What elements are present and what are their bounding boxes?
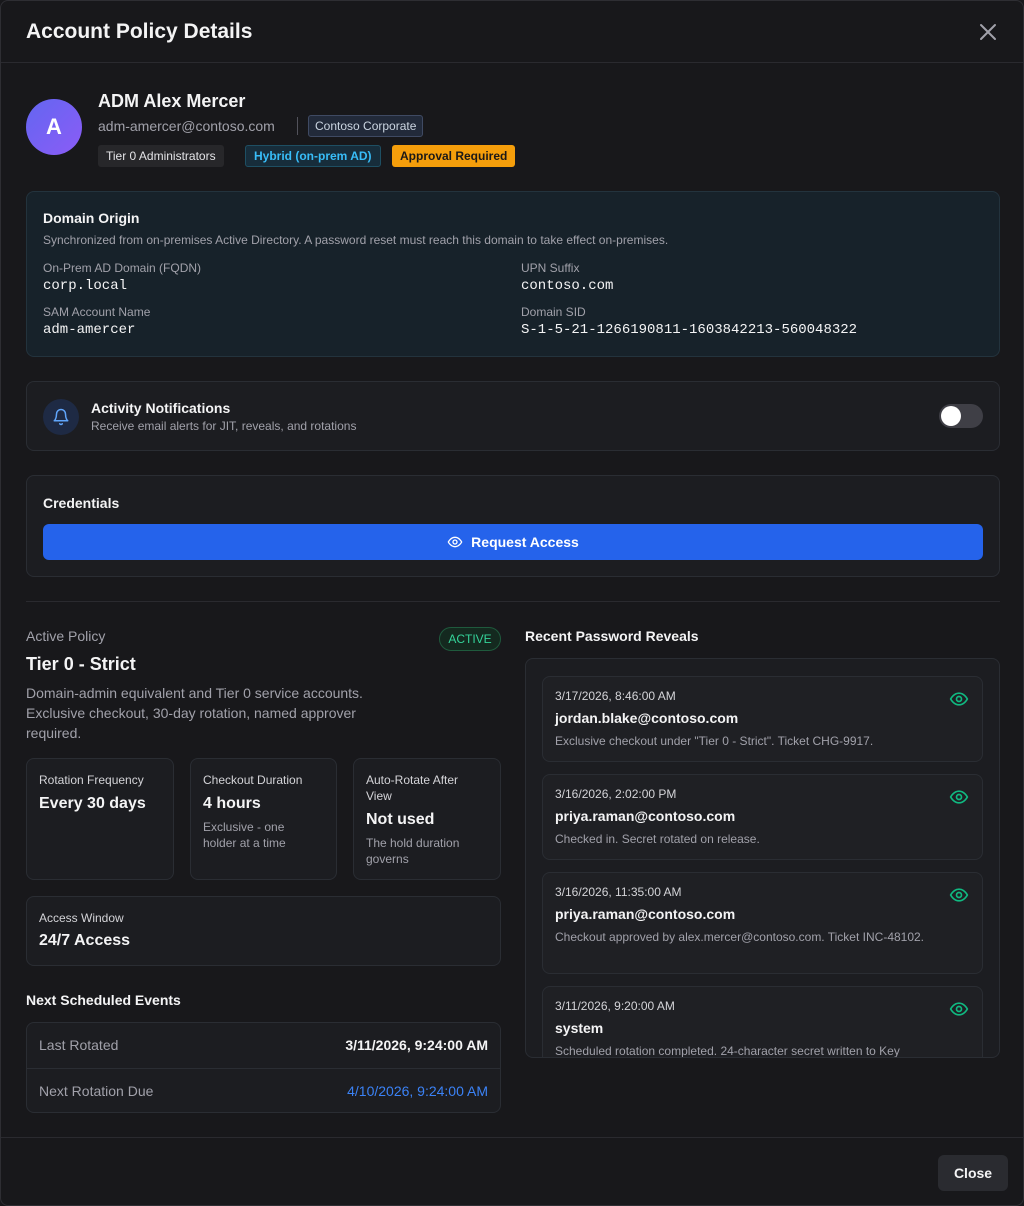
table-row: Last Rotated 3/11/2026, 9:24:00 AM	[27, 1023, 500, 1068]
account-policy-modal: Account Policy Details A ADM Alex Mercer…	[0, 0, 1024, 1206]
list-item: 3/17/2026, 8:46:00 AM jordan.blake@conto…	[542, 676, 983, 762]
reveal-user: jordan.blake@contoso.com	[555, 710, 739, 726]
rotation-frequency-card: Rotation Frequency Every 30 days	[26, 758, 174, 880]
stat-sub: The hold duration governs	[366, 836, 460, 866]
list-item: 3/16/2026, 11:35:00 AM priya.raman@conto…	[542, 872, 983, 974]
fqdn-value: corp.local	[43, 278, 128, 294]
access-window-value: 24/7 Access	[39, 932, 131, 949]
reveal-timestamp: 3/16/2026, 2:02:00 PM	[555, 787, 677, 801]
stat-value: 4 hours	[203, 795, 261, 812]
account-profile: A ADM Alex Mercer adm-amercer@contoso.co…	[26, 89, 1000, 175]
account-email: adm-amercer@contoso.com	[98, 118, 275, 134]
divider	[297, 117, 298, 135]
policy-name: Tier 0 - Strict	[26, 654, 136, 674]
row-value: 3/11/2026, 9:24:00 AM	[345, 1037, 488, 1053]
stat-value: Not used	[366, 811, 435, 828]
close-icon[interactable]	[976, 20, 1000, 44]
reveal-user: priya.raman@contoso.com	[555, 808, 736, 824]
source-badge: Hybrid (on-prem AD)	[245, 145, 381, 167]
reveal-user: priya.raman@contoso.com	[555, 906, 736, 922]
domain-origin-card: Domain Origin Synchronized from on-premi…	[26, 191, 1000, 357]
recent-reveals-list[interactable]: 3/17/2026, 8:46:00 AM jordan.blake@conto…	[525, 658, 1000, 1058]
auto-rotate-card: Auto-Rotate After View Not used The hold…	[353, 758, 501, 880]
credentials-title: Credentials	[43, 495, 120, 511]
eye-icon[interactable]	[949, 787, 969, 807]
avatar: A	[26, 99, 82, 155]
stat-label: Checkout Duration	[203, 773, 303, 787]
reveal-note: Checkout approved by alex.mercer@contoso…	[555, 930, 925, 944]
row-label: Last Rotated	[39, 1037, 119, 1053]
fqdn-label: On-Prem AD Domain (FQDN)	[43, 261, 202, 275]
close-button[interactable]: Close	[938, 1155, 1008, 1191]
upn-suffix-value: contoso.com	[521, 278, 614, 294]
notifications-description: Receive email alerts for JIT, reveals, a…	[91, 419, 357, 433]
domain-sid-value: S-1-5-21-1266190811-1603842213-560048322	[521, 322, 858, 338]
eye-icon[interactable]	[949, 885, 969, 905]
reveal-timestamp: 3/16/2026, 11:35:00 AM	[555, 885, 682, 899]
row-value: 4/10/2026, 9:24:00 AM	[347, 1083, 488, 1099]
approval-badge: Approval Required	[392, 145, 516, 167]
eye-icon[interactable]	[949, 999, 969, 1019]
domain-sid-label: Domain SID	[521, 305, 586, 319]
group-badge: Tier 0 Administrators	[98, 145, 224, 167]
modal-title: Account Policy Details	[26, 20, 253, 43]
reveal-note: Checked in. Secret rotated on release.	[555, 832, 760, 846]
request-access-button[interactable]: Request Access	[43, 524, 983, 560]
reveal-user: system	[555, 1020, 604, 1036]
reveal-timestamp: 3/17/2026, 8:46:00 AM	[555, 689, 676, 703]
sam-label: SAM Account Name	[43, 305, 151, 319]
notifications-toggle[interactable]	[939, 404, 983, 428]
reveal-timestamp: 3/11/2026, 9:20:00 AM	[555, 999, 675, 1013]
bell-icon	[43, 399, 79, 435]
active-policy-label: Active Policy	[26, 628, 106, 644]
request-access-label: Request Access	[471, 534, 579, 550]
scheduled-events-table: Last Rotated 3/11/2026, 9:24:00 AM Next …	[26, 1022, 501, 1113]
upn-suffix-label: UPN Suffix	[521, 261, 580, 275]
credentials-card: Credentials Request Access	[26, 475, 1000, 577]
activity-notifications-card: Activity Notifications Receive email ale…	[26, 381, 1000, 451]
status-badge: ACTIVE	[439, 627, 501, 651]
domain-origin-description: Synchronized from on-premises Active Dir…	[43, 233, 669, 247]
reveal-note: Scheduled rotation completed. 24-charact…	[555, 1044, 900, 1058]
list-item: 3/16/2026, 2:02:00 PM priya.raman@contos…	[542, 774, 983, 860]
stat-value: Every 30 days	[39, 795, 146, 812]
eye-icon	[447, 536, 463, 548]
stat-label: Auto-Rotate After View	[366, 773, 459, 803]
notifications-title: Activity Notifications	[91, 400, 231, 416]
reveal-note: Exclusive checkout under "Tier 0 - Stric…	[555, 734, 874, 748]
access-window-label: Access Window	[39, 911, 124, 925]
recent-reveals-title: Recent Password Reveals	[525, 628, 699, 644]
account-name: ADM Alex Mercer	[98, 91, 246, 111]
section-divider	[26, 601, 1000, 602]
stat-label: Rotation Frequency	[39, 773, 144, 787]
modal-header: Account Policy Details	[1, 1, 1023, 63]
table-row: Next Rotation Due 4/10/2026, 9:24:00 AM	[27, 1068, 500, 1113]
domain-origin-title: Domain Origin	[43, 210, 140, 226]
eye-icon[interactable]	[949, 689, 969, 709]
toggle-knob	[941, 406, 961, 426]
org-badge: Contoso Corporate	[308, 115, 424, 137]
stat-sub: Exclusive - one holder at a time	[203, 820, 286, 850]
sam-value: adm-amercer	[43, 322, 136, 338]
checkout-duration-card: Checkout Duration 4 hours Exclusive - on…	[190, 758, 337, 880]
list-item: 3/11/2026, 9:20:00 AM system Scheduled r…	[542, 986, 983, 1058]
access-window-card: Access Window 24/7 Access	[26, 896, 501, 966]
modal-footer: Close	[1, 1137, 1023, 1205]
policy-description: Domain-admin equivalent and Tier 0 servi…	[26, 685, 363, 741]
scheduled-events-title: Next Scheduled Events	[26, 992, 181, 1008]
row-label: Next Rotation Due	[39, 1083, 154, 1099]
